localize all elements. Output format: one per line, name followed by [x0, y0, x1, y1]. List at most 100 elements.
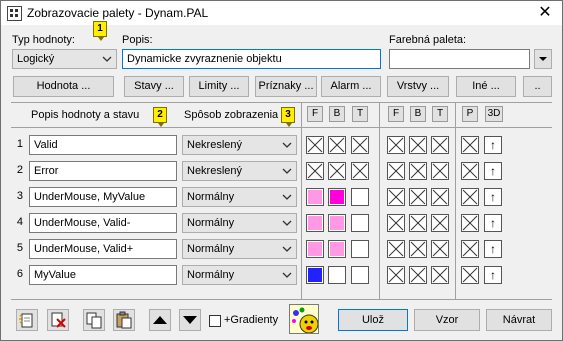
palette-dialog: Zobrazovacie palety - Dynam.PAL ✕ Typ ho…	[0, 0, 563, 341]
x-mark-icon	[462, 189, 478, 205]
row-flag-p-cell[interactable]	[461, 188, 479, 206]
delete-item-button[interactable]	[47, 309, 69, 331]
row-3d-cell[interactable]: ↑	[484, 214, 502, 232]
row-flag-f2-cell[interactable]	[387, 240, 405, 258]
row-description-input[interactable]: Error	[29, 161, 177, 181]
back-button[interactable]: Návrat	[486, 309, 552, 331]
row-mode-select[interactable]: Nekreslený	[182, 161, 297, 181]
row-flag-b1-cell[interactable]	[328, 266, 346, 284]
gradient-checkbox[interactable]	[209, 315, 221, 327]
row-description-value: MyValue	[34, 269, 76, 281]
x-mark-icon	[388, 267, 404, 283]
row-flag-b2-cell[interactable]	[409, 188, 427, 206]
row-flag-b1-cell[interactable]	[328, 136, 346, 154]
new-item-button[interactable]	[16, 309, 38, 331]
hodnota-button[interactable]: Hodnota ...	[13, 76, 114, 97]
row-flag-f1-cell[interactable]	[306, 136, 324, 154]
row-flag-p-cell[interactable]	[461, 266, 479, 284]
close-icon[interactable]: ✕	[534, 2, 556, 24]
row-flag-p-cell[interactable]	[461, 214, 479, 232]
row-flag-b2-cell[interactable]	[409, 162, 427, 180]
row-flag-t1-cell[interactable]	[351, 188, 369, 206]
row-description-input[interactable]: UnderMouse, MyValue	[29, 187, 177, 207]
priznaky-button[interactable]: Príznaky ...	[255, 76, 317, 97]
header-f1: F	[307, 106, 323, 122]
row-flag-b1-cell[interactable]	[328, 188, 346, 206]
row-description-input[interactable]: MyValue	[29, 265, 177, 285]
row-flag-b2-cell[interactable]	[409, 266, 427, 284]
row-flag-p-cell[interactable]	[461, 136, 479, 154]
row-flag-b2-cell[interactable]	[409, 214, 427, 232]
row-flag-b1-cell[interactable]	[328, 162, 346, 180]
row-3d-cell[interactable]: ↑	[484, 266, 502, 284]
move-down-button[interactable]	[179, 309, 201, 331]
row-flag-f1-cell[interactable]	[306, 266, 324, 284]
row-flag-t2-cell[interactable]	[431, 214, 449, 232]
ine-button[interactable]: Iné ...	[456, 76, 516, 97]
row-flag-t1-cell[interactable]	[351, 240, 369, 258]
row-flag-b2-cell[interactable]	[409, 240, 427, 258]
alarm-button[interactable]: Alarm ...	[321, 76, 381, 97]
row-description-input[interactable]: Valid	[29, 135, 177, 155]
x-mark-icon	[410, 137, 426, 153]
row-mode-select[interactable]: Normálny	[182, 213, 297, 233]
row-flag-t2-cell[interactable]	[431, 266, 449, 284]
row-flag-t2-cell[interactable]	[431, 240, 449, 258]
row-mode-select[interactable]: Normálny	[182, 187, 297, 207]
row-flag-f1-cell[interactable]	[306, 214, 324, 232]
vrstvy-button[interactable]: Vrstvy ...	[387, 76, 449, 97]
row-flag-t2-cell[interactable]	[431, 136, 449, 154]
row-description-input[interactable]: UnderMouse, Valid-	[29, 213, 177, 233]
more-button[interactable]: ..	[523, 76, 552, 97]
row-3d-cell[interactable]: ↑	[484, 188, 502, 206]
chevron-down-icon	[282, 246, 292, 252]
row-flag-b1-cell[interactable]	[328, 240, 346, 258]
arrow-down-icon	[183, 316, 197, 324]
row-flag-f2-cell[interactable]	[387, 266, 405, 284]
row-flag-t1-cell[interactable]	[351, 136, 369, 154]
copy-button[interactable]	[83, 309, 105, 331]
row-flag-t1-cell[interactable]	[351, 162, 369, 180]
template-button[interactable]: Vzor	[414, 309, 480, 331]
row-flag-t1-cell[interactable]	[351, 266, 369, 284]
row-flag-t1-cell[interactable]	[351, 214, 369, 232]
row-mode-select[interactable]: Nekreslený	[182, 135, 297, 155]
row-mode-select[interactable]: Normálny	[182, 265, 297, 285]
row-description-value: Error	[34, 165, 59, 177]
row-flag-p-cell[interactable]	[461, 240, 479, 258]
row-mode-select[interactable]: Normálny	[182, 239, 297, 259]
value-type-select[interactable]: Logický	[12, 49, 117, 69]
x-mark-icon	[410, 163, 426, 179]
header-b2: B	[410, 106, 426, 122]
row-flag-f2-cell[interactable]	[387, 162, 405, 180]
row-flag-b1-cell[interactable]	[328, 214, 346, 232]
row-number: 5	[16, 242, 23, 254]
move-up-button[interactable]	[149, 309, 171, 331]
description-value: Dynamicke zvyraznenie objektu	[127, 53, 282, 65]
row-number: 3	[16, 190, 23, 202]
badge-1: 1	[93, 21, 107, 41]
description-input[interactable]: Dynamicke zvyraznenie objektu	[122, 49, 381, 69]
row-flag-f1-cell[interactable]	[306, 240, 324, 258]
limity-button[interactable]: Limity ...	[189, 76, 249, 97]
save-button[interactable]: Ulož	[338, 309, 408, 331]
color-palette-input[interactable]	[389, 49, 530, 69]
row-flag-f2-cell[interactable]	[387, 136, 405, 154]
separator-v3	[455, 102, 456, 300]
back-label: Návrat	[502, 314, 536, 326]
row-flag-p-cell[interactable]	[461, 162, 479, 180]
stavy-button[interactable]: Stavy ...	[124, 76, 184, 97]
row-flag-f2-cell[interactable]	[387, 214, 405, 232]
paste-button[interactable]	[113, 309, 135, 331]
row-flag-b2-cell[interactable]	[409, 136, 427, 154]
row-3d-cell[interactable]: ↑	[484, 136, 502, 154]
row-3d-cell[interactable]: ↑	[484, 162, 502, 180]
row-description-input[interactable]: UnderMouse, Valid+	[29, 239, 177, 259]
row-3d-cell[interactable]: ↑	[484, 240, 502, 258]
row-flag-t2-cell[interactable]	[431, 162, 449, 180]
row-flag-t2-cell[interactable]	[431, 188, 449, 206]
row-flag-f2-cell[interactable]	[387, 188, 405, 206]
palette-dropdown-button[interactable]	[534, 49, 552, 69]
row-flag-f1-cell[interactable]	[306, 188, 324, 206]
row-flag-f1-cell[interactable]	[306, 162, 324, 180]
